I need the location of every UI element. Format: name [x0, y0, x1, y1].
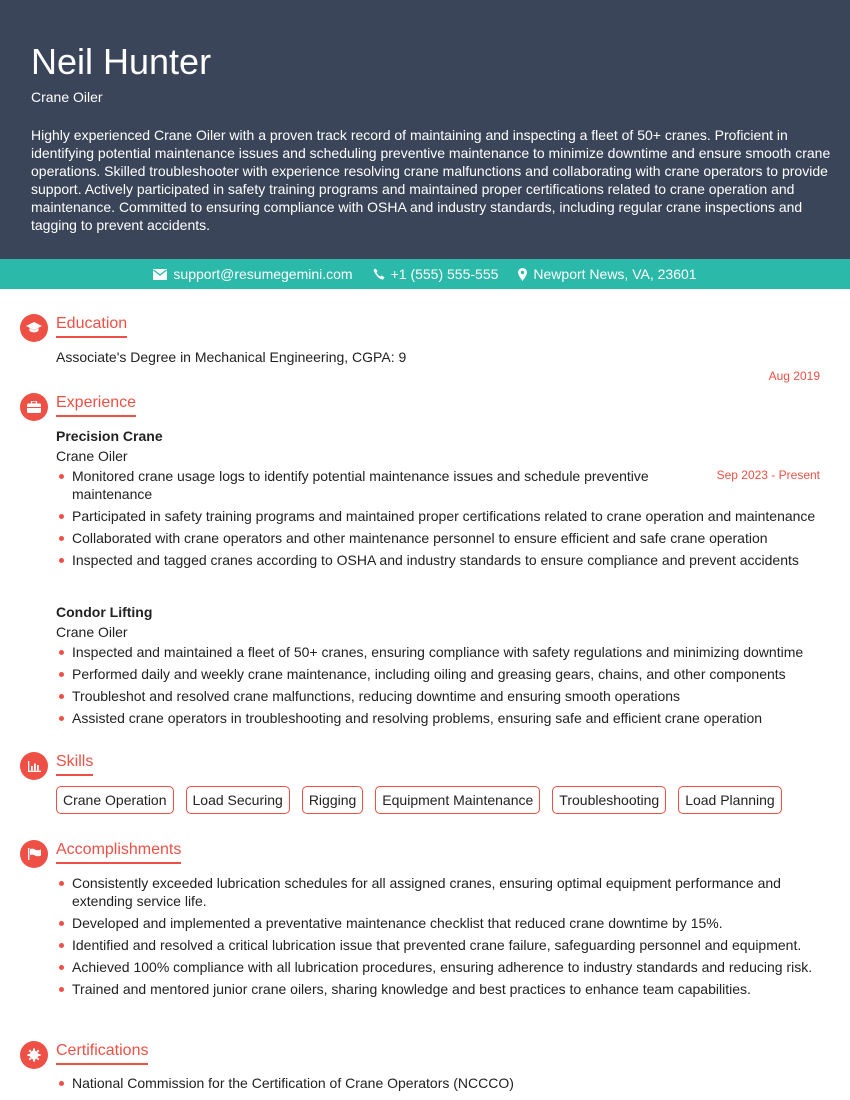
- contact-phone[interactable]: +1 (555) 555-555: [373, 266, 499, 282]
- certificate-seal-icon: [20, 1041, 48, 1069]
- phone-icon: [373, 268, 385, 280]
- list-item: Troubleshot and resolved crane malfuncti…: [56, 687, 826, 705]
- list-item: Inspected and tagged cranes according to…: [56, 551, 826, 569]
- job-date: Sep 2023 - Present: [716, 468, 820, 482]
- graduation-cap-icon: [20, 314, 48, 342]
- section-title: Skills: [56, 752, 94, 776]
- briefcase-icon: [20, 393, 48, 421]
- skill-tag: Load Securing: [185, 786, 290, 814]
- section-title: Accomplishments: [56, 840, 182, 864]
- list-item: Achieved 100% compliance with all lubric…: [56, 958, 826, 976]
- list-item: Participated in safety training programs…: [56, 507, 826, 525]
- envelope-icon: [153, 268, 168, 280]
- company-name: Precision Crane: [56, 428, 163, 444]
- skill-tag: Equipment Maintenance: [375, 786, 541, 814]
- job-bullets: Inspected and maintained a fleet of 50+ …: [56, 643, 826, 731]
- list-item: Collaborated with crane operators and ot…: [56, 529, 826, 547]
- accomplishments-list: Consistently exceeded lubrication schedu…: [56, 874, 826, 1002]
- list-item: Monitored crane usage logs to identify p…: [56, 467, 716, 503]
- bar-chart-icon: [20, 752, 48, 780]
- list-item: Developed and implemented a preventative…: [56, 914, 826, 932]
- location-text: Newport News, VA, 23601: [533, 266, 697, 282]
- contact-email[interactable]: support@resumegemini.com: [153, 266, 353, 282]
- list-item: National Commission for the Certificatio…: [56, 1074, 826, 1092]
- list-item: Performed daily and weekly crane mainten…: [56, 665, 826, 683]
- section-title: Certifications: [56, 1041, 149, 1065]
- list-item: Assisted crane operators in troubleshoot…: [56, 709, 826, 727]
- candidate-name: Neil Hunter: [31, 41, 212, 82]
- candidate-role: Crane Oiler: [31, 89, 103, 105]
- section-title: Experience: [56, 393, 137, 417]
- contact-location: Newport News, VA, 23601: [518, 266, 697, 282]
- job-role: Crane Oiler: [56, 624, 128, 640]
- company-name: Condor Lifting: [56, 604, 153, 620]
- skill-tag: Crane Operation: [56, 786, 174, 814]
- section-title: Education: [56, 314, 128, 338]
- professional-summary: Highly experienced Crane Oiler with a pr…: [31, 127, 831, 233]
- education-date: Aug 2019: [768, 369, 820, 383]
- job-role: Crane Oiler: [56, 448, 128, 464]
- degree: Associate's Degree in Mechanical Enginee…: [56, 349, 407, 365]
- email-text: support@resumegemini.com: [173, 266, 353, 282]
- skills-list: Crane Operation Load Securing Rigging Eq…: [56, 786, 782, 814]
- skill-tag: Troubleshooting: [552, 786, 667, 814]
- certifications-list: National Commission for the Certificatio…: [56, 1074, 826, 1096]
- list-item: Trained and mentored junior crane oilers…: [56, 980, 826, 998]
- skill-tag: Load Planning: [678, 786, 782, 814]
- list-item: Identified and resolved a critical lubri…: [56, 936, 826, 954]
- flag-icon: [20, 840, 48, 868]
- list-item: Consistently exceeded lubrication schedu…: [56, 874, 826, 910]
- job-bullets: Monitored crane usage logs to identify p…: [56, 467, 815, 573]
- resume-header: Neil Hunter Crane Oiler Highly experienc…: [0, 0, 850, 259]
- map-pin-icon: [518, 267, 528, 281]
- skill-tag: Rigging: [301, 786, 364, 814]
- phone-text: +1 (555) 555-555: [390, 266, 499, 282]
- contact-bar: support@resumegemini.com +1 (555) 555-55…: [0, 259, 850, 289]
- list-item: Inspected and maintained a fleet of 50+ …: [56, 643, 826, 661]
